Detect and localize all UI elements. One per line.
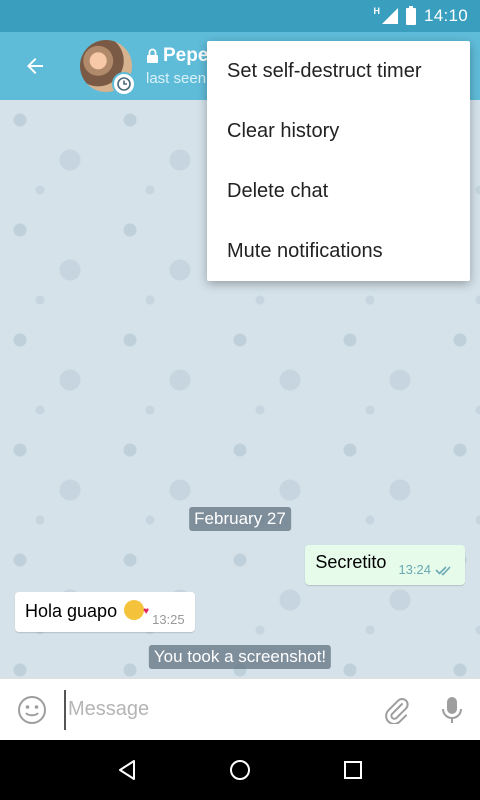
signal-icon [381,8,398,24]
menu-item-mute-notifications[interactable]: Mute notifications [207,221,470,281]
smiley-icon [18,695,46,724]
message-text: Hola guapo [25,600,149,622]
incoming-message[interactable]: Hola guapo 13:25 [15,592,195,632]
message-input-bar [0,678,480,740]
network-type-label: H [373,6,380,16]
chat-title: Pepe [146,45,208,67]
message-input[interactable] [64,689,368,730]
triangle-back-icon [118,760,135,780]
message-time: 13:24 [398,562,431,577]
chat-title-block[interactable]: Pepe last seen [146,45,208,87]
circle-home-icon [229,760,250,780]
screenshot-notice: You took a screenshot! [148,645,332,669]
square-recents-icon [344,761,363,779]
message-text: Secretito [315,552,387,572]
kissing-face-emoji-icon [124,600,149,620]
nav-back-button[interactable] [102,745,152,795]
menu-item-clear-history[interactable]: Clear history [207,101,470,161]
message-meta: 13:24 [398,562,455,577]
paperclip-icon [385,697,409,724]
battery-icon [405,5,416,25]
read-checkmarks-icon [435,565,451,576]
nav-recents-button[interactable] [328,745,378,795]
back-button[interactable] [0,32,70,100]
chat-name: Pepe [163,45,209,66]
message-time: 13:25 [152,612,185,627]
emoji-button[interactable] [0,679,64,741]
timer-icon [112,72,136,96]
nav-home-button[interactable] [215,745,265,795]
menu-item-delete-chat[interactable]: Delete chat [207,161,470,221]
lock-icon [147,48,158,63]
microphone-icon [442,696,462,723]
status-bar: H 14:10 [0,0,480,32]
last-seen-status: last seen [146,70,207,87]
voice-record-button[interactable] [424,679,480,741]
back-arrow-icon [27,58,43,74]
avatar[interactable] [80,40,136,96]
date-separator: February 27 [189,507,291,531]
menu-item-self-destruct-timer[interactable]: Set self-destruct timer [207,41,470,101]
message-text-content: Hola guapo [25,601,118,621]
status-time: 14:10 [423,6,468,25]
attach-button[interactable] [368,679,424,741]
outgoing-message[interactable]: Secretito 13:24 [305,545,465,585]
overflow-menu: Set self-destruct timer Clear history De… [207,41,470,281]
system-nav-bar [0,740,480,800]
